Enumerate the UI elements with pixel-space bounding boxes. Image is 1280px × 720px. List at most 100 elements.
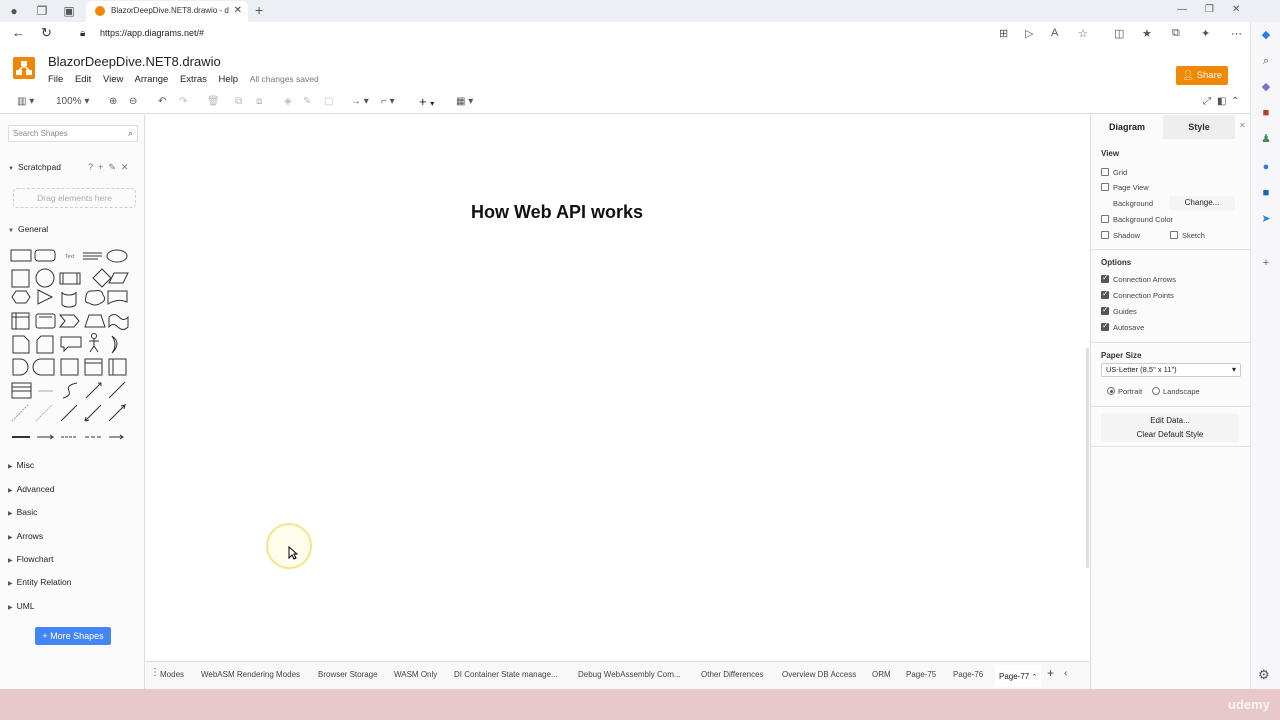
tab-actions-icon[interactable]: ▣ [61, 3, 77, 19]
outlook-icon[interactable]: ■ [1259, 186, 1273, 200]
favorite-star-icon[interactable]: ☆ [1078, 27, 1088, 40]
general-shapes-grid[interactable]: Text [8, 245, 136, 441]
landscape-radio[interactable]: Landscape [1152, 387, 1200, 396]
read-aloud-icon[interactable]: ▷ [1025, 27, 1033, 40]
toggle-panel-icon[interactable]: ◧ [1217, 96, 1226, 107]
scroll-left-icon[interactable]: ‹ [1064, 668, 1067, 679]
lock-icon[interactable]: 🔒︎ [80, 28, 85, 39]
more-menu-icon[interactable]: ⋯ [1231, 27, 1242, 40]
add-page-icon[interactable]: + [1047, 666, 1054, 680]
library-advanced[interactable]: ▶ Advanced [8, 484, 54, 494]
fill-color-icon[interactable]: ◈ [284, 96, 292, 107]
library-basic[interactable]: ▶ Basic [8, 507, 37, 517]
shopping-icon[interactable]: ◆ [1259, 80, 1273, 94]
split-screen-icon[interactable]: ◫ [1114, 27, 1124, 40]
text-size-icon[interactable]: A [1051, 27, 1058, 39]
to-back-icon[interactable]: ⧈ [256, 96, 262, 107]
collections-icon[interactable]: ⧉ [1172, 27, 1180, 40]
back-icon[interactable]: ← [12, 25, 25, 40]
portrait-radio[interactable]: Portrait [1107, 387, 1142, 396]
copilot-icon[interactable]: ◆ [1259, 28, 1273, 42]
page-tab-77[interactable]: Page-77 ⌃ [995, 665, 1042, 687]
change-background-button[interactable]: Change... [1169, 196, 1235, 210]
page-tab-wasm-only[interactable]: WASM Only [394, 670, 437, 679]
url-field[interactable]: https://app.diagrams.net/# [100, 28, 204, 38]
close-panel-icon[interactable]: ✕ [1239, 121, 1246, 130]
page-tab-overview-db-access[interactable]: Overview DB Access [782, 670, 856, 679]
edit-icon[interactable]: ✎ [108, 162, 116, 172]
canvas-scrollbar[interactable] [1086, 348, 1089, 568]
waypoints-icon[interactable]: ⌐ ▾ [381, 96, 395, 107]
menu-arrange[interactable]: Arrange [135, 74, 169, 85]
table-icon[interactable]: ▦ ▾ [456, 96, 473, 107]
background-color-checkbox[interactable]: Background Color [1101, 215, 1173, 224]
extensions-icon[interactable]: ✦ [1201, 27, 1210, 40]
page-view-checkbox[interactable]: Page View [1101, 183, 1149, 192]
library-flowchart[interactable]: ▶ Flowchart [8, 554, 53, 564]
diagram-title-text[interactable]: How Web API works [471, 202, 643, 223]
grid-checkbox[interactable]: Grid [1101, 168, 1127, 177]
pages-menu-icon[interactable]: ⋮ [150, 667, 160, 678]
menu-file[interactable]: File [48, 74, 63, 85]
format-panel-icon[interactable]: ▥ ▾ [17, 96, 34, 107]
settings-gear-icon[interactable]: ⚙ [1258, 667, 1270, 683]
library-misc[interactable]: ▶ Misc [8, 460, 34, 470]
workspaces-icon[interactable]: ❐ [34, 3, 50, 19]
page-tab-browser-storage[interactable]: Browser Storage [318, 670, 378, 679]
to-front-icon[interactable]: ⧉ [235, 96, 242, 107]
shadow-checkbox[interactable]: Shadow [1101, 231, 1140, 240]
line-color-icon[interactable]: ✎ [303, 96, 311, 107]
search-icon[interactable]: ⌕ [128, 126, 133, 141]
favorites-icon[interactable]: ★ [1142, 27, 1152, 40]
delete-icon[interactable]: 🗑︎ [207, 96, 220, 107]
page-tab-75[interactable]: Page-75 [906, 670, 936, 679]
browser-tab[interactable]: BlazorDeepDive.NET8.drawio - d ✕ [86, 1, 248, 22]
page-tab-other-differences[interactable]: Other Differences [701, 670, 764, 679]
tools-icon[interactable]: ■ [1259, 106, 1273, 120]
clear-default-style-button[interactable]: Clear Default Style [1101, 428, 1239, 442]
diagram-canvas[interactable]: How Web API works [146, 116, 1089, 660]
guides-checkbox[interactable]: Guides [1101, 305, 1137, 316]
new-tab-icon[interactable]: + [255, 2, 263, 18]
close-tab-icon[interactable]: ✕ [234, 1, 242, 21]
tab-style[interactable]: Style [1163, 115, 1235, 139]
undo-icon[interactable]: ↶ [158, 96, 166, 107]
scratchpad-dropzone[interactable]: Drag elements here [13, 188, 136, 208]
library-entity-relation[interactable]: ▶ Entity Relation [8, 577, 71, 587]
search-sidebar-icon[interactable]: ⌕ [1259, 54, 1273, 68]
connection-arrows-checkbox[interactable]: Connection Arrows [1101, 273, 1176, 284]
menu-help[interactable]: Help [219, 74, 239, 85]
restore-icon[interactable]: ❐ [1205, 4, 1214, 15]
send-icon[interactable]: ➤ [1259, 212, 1273, 226]
connection-icon[interactable]: → ▾ [351, 96, 369, 107]
search-shapes-input[interactable]: Search Shapes ⌕ [8, 125, 138, 142]
add-sidebar-app-icon[interactable]: + [1259, 256, 1273, 270]
games-icon[interactable]: ♟ [1259, 132, 1273, 146]
page-tab-orm[interactable]: ORM [872, 670, 891, 679]
menu-view[interactable]: View [103, 74, 123, 85]
app-available-icon[interactable]: ⊞ [999, 27, 1008, 40]
paper-size-select[interactable]: US-Letter (8,5" x 11") ▾ [1101, 363, 1241, 377]
shadow-icon[interactable]: ▢ [324, 96, 333, 107]
menu-edit[interactable]: Edit [75, 74, 91, 85]
page-tab-di-container[interactable]: DI Container State manage... [454, 670, 558, 679]
office-icon[interactable]: ● [1259, 160, 1273, 174]
insert-icon[interactable]: + ▾ [419, 94, 434, 109]
sketch-checkbox[interactable]: Sketch [1170, 231, 1205, 240]
profile-icon[interactable]: ● [6, 3, 22, 19]
collapse-icon[interactable]: ⌃ [1231, 96, 1239, 107]
redo-icon[interactable]: ↷ [179, 96, 187, 107]
share-button[interactable]: 👤︎ Share [1176, 66, 1228, 85]
close-window-icon[interactable]: ✕ [1232, 4, 1240, 15]
file-name[interactable]: BlazorDeepDive.NET8.drawio [48, 54, 221, 69]
fullscreen-icon[interactable]: ⤢ [1203, 96, 1211, 107]
zoom-out-icon[interactable]: ⊖ [129, 96, 137, 107]
general-header[interactable]: ▼ General [8, 224, 48, 234]
close-icon[interactable]: ✕ [121, 162, 129, 172]
edit-data-button[interactable]: Edit Data... [1101, 414, 1239, 428]
library-uml[interactable]: ▶ UML [8, 601, 35, 611]
more-shapes-button[interactable]: + More Shapes [35, 627, 111, 645]
page-tab-modes[interactable]: Modes [160, 670, 184, 679]
help-icon[interactable]: ? [88, 162, 93, 172]
autosave-checkbox[interactable]: Autosave [1101, 321, 1144, 332]
